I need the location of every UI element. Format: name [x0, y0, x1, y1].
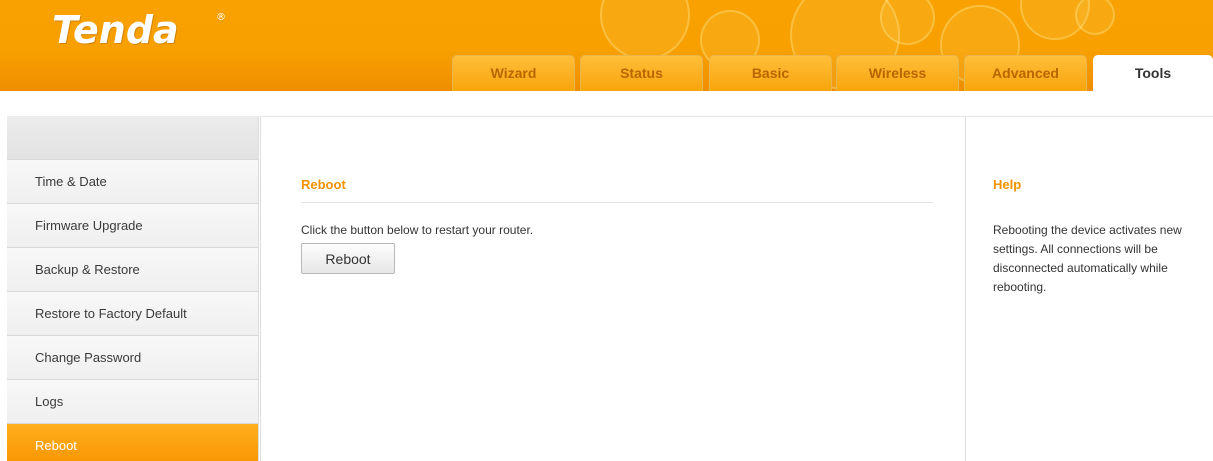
tenda-logo: Tenda	[52, 8, 179, 52]
sidebar-item-reboot[interactable]: Reboot	[7, 424, 258, 461]
help-panel: Help Rebooting the device activates new …	[965, 116, 1213, 461]
sidebar-item-logs[interactable]: Logs	[7, 380, 258, 424]
decor-bubble	[600, 0, 690, 60]
decor-bubble	[1075, 0, 1115, 35]
sidebar-header	[7, 116, 258, 160]
top-banner: Tenda ® Wizard Status Basic Wireless Adv…	[0, 0, 1213, 91]
main-content: Reboot Click the button below to restart…	[260, 116, 965, 461]
tab-wizard[interactable]: Wizard	[452, 55, 575, 91]
sidebar-item-factory-default[interactable]: Restore to Factory Default	[7, 292, 258, 336]
title-divider	[301, 202, 933, 203]
tab-status[interactable]: Status	[580, 55, 703, 91]
tab-basic[interactable]: Basic	[709, 55, 832, 91]
page-title: Reboot	[301, 177, 346, 192]
sidebar-item-time-date[interactable]: Time & Date	[7, 160, 258, 204]
registered-mark: ®	[216, 12, 226, 23]
tab-advanced[interactable]: Advanced	[964, 55, 1087, 91]
tab-tools[interactable]: Tools	[1093, 55, 1213, 91]
reboot-button[interactable]: Reboot	[301, 243, 395, 274]
help-title: Help	[993, 177, 1022, 192]
reboot-description: Click the button below to restart your r…	[301, 223, 534, 237]
sidebar-menu: Time & Date Firmware Upgrade Backup & Re…	[7, 116, 259, 461]
sidebar-item-change-password[interactable]: Change Password	[7, 336, 258, 380]
sidebar-item-firmware-upgrade[interactable]: Firmware Upgrade	[7, 204, 258, 248]
help-text: Rebooting the device activates new setti…	[993, 223, 1182, 294]
sidebar-item-backup-restore[interactable]: Backup & Restore	[7, 248, 258, 292]
tab-wireless[interactable]: Wireless	[836, 55, 959, 91]
